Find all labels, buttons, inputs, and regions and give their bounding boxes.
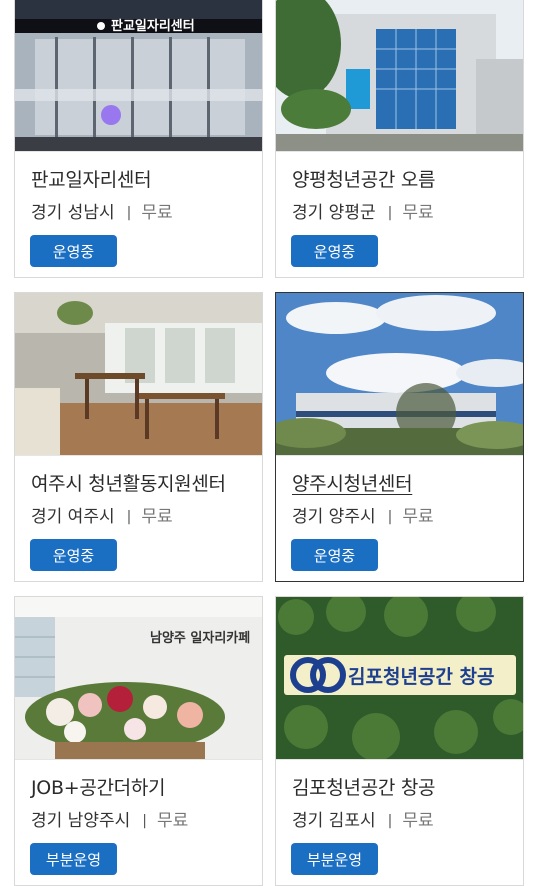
space-meta: 경기 여주시 | 무료	[31, 502, 173, 527]
space-region: 경기 남양주시	[31, 811, 131, 831]
status-badge: 부분운영	[291, 843, 378, 875]
space-region: 경기 김포시	[292, 811, 376, 831]
space-title[interactable]: 판교일자리센터	[31, 165, 152, 192]
space-fee: 무료	[156, 811, 189, 831]
status-badge: 부분운영	[30, 843, 117, 875]
photo-sign-text: 김포청년공간 창공	[348, 666, 494, 688]
meta-separator: |	[387, 205, 393, 221]
sky-building-photo	[276, 293, 523, 455]
space-title[interactable]: 양주시청년센터	[292, 469, 413, 496]
status-badge: 운영중	[30, 235, 117, 267]
space-meta: 경기 양주시 | 무료	[292, 502, 434, 527]
space-meta: 경기 양평군 | 무료	[292, 198, 434, 223]
space-title[interactable]: 여주시 청년활동지원센터	[31, 469, 226, 496]
meta-separator: |	[126, 509, 132, 525]
space-title[interactable]: 김포청년공간 창공	[292, 773, 435, 800]
meta-separator: |	[126, 205, 132, 221]
space-card-selected[interactable]: 양주시청년센터 경기 양주시 | 무료 운영중	[275, 292, 524, 582]
space-card[interactable]: 판교일자리센터 판교일자리센터 경기 성남시 | 무료 운영중	[14, 0, 263, 278]
space-card[interactable]: 남양주 일자리카페 JOB+공간더하기 경기 남양주시 | 무료 부분운영	[14, 596, 263, 886]
meta-separator: |	[387, 813, 393, 829]
space-title[interactable]: 양평청년공간 오름	[292, 165, 435, 192]
building-exterior-photo	[276, 0, 523, 151]
space-card[interactable]: 김포청년공간 창공 김포청년공간 창공 경기 김포시 | 무료 부분운영	[275, 596, 524, 886]
space-card[interactable]: 여주시 청년활동지원센터 경기 여주시 | 무료 운영중	[14, 292, 263, 582]
space-meta: 경기 남양주시 | 무료	[31, 806, 188, 831]
office-glass-front-photo: 판교일자리센터	[15, 0, 262, 151]
space-fee: 무료	[402, 507, 434, 527]
space-thumbnail[interactable]	[276, 0, 523, 152]
space-thumbnail[interactable]	[276, 293, 523, 456]
space-thumbnail[interactable]: 판교일자리센터	[15, 0, 262, 152]
photo-sign-text: 판교일자리센터	[111, 18, 195, 34]
space-fee: 무료	[402, 203, 434, 223]
green-wall-sign-photo: 김포청년공간 창공	[276, 597, 523, 759]
space-meta: 경기 김포시 | 무료	[292, 806, 434, 831]
space-region: 경기 양평군	[292, 203, 376, 223]
photo-sign-text: 남양주 일자리카페	[150, 630, 250, 646]
meta-separator: |	[387, 509, 393, 525]
meta-separator: |	[142, 813, 147, 829]
space-region: 경기 양주시	[292, 507, 376, 527]
space-meta: 경기 성남시 | 무료	[31, 198, 173, 223]
space-thumbnail[interactable]: 남양주 일자리카페	[15, 597, 262, 760]
space-region: 경기 여주시	[31, 507, 115, 527]
space-fee: 무료	[141, 203, 173, 223]
space-card[interactable]: 양평청년공간 오름 경기 양평군 | 무료 운영중	[275, 0, 524, 278]
status-badge: 운영중	[30, 539, 117, 571]
space-fee: 무료	[141, 507, 173, 527]
status-badge: 운영중	[291, 539, 378, 571]
status-badge: 운영중	[291, 235, 378, 267]
space-region: 경기 성남시	[31, 203, 115, 223]
space-fee: 무료	[402, 811, 434, 831]
space-title[interactable]: JOB+공간더하기	[31, 773, 166, 800]
space-thumbnail[interactable]: 김포청년공간 창공	[276, 597, 523, 760]
flower-basket-photo: 남양주 일자리카페	[15, 597, 262, 759]
cafe-interior-photo	[15, 293, 262, 455]
space-thumbnail[interactable]	[15, 293, 262, 456]
